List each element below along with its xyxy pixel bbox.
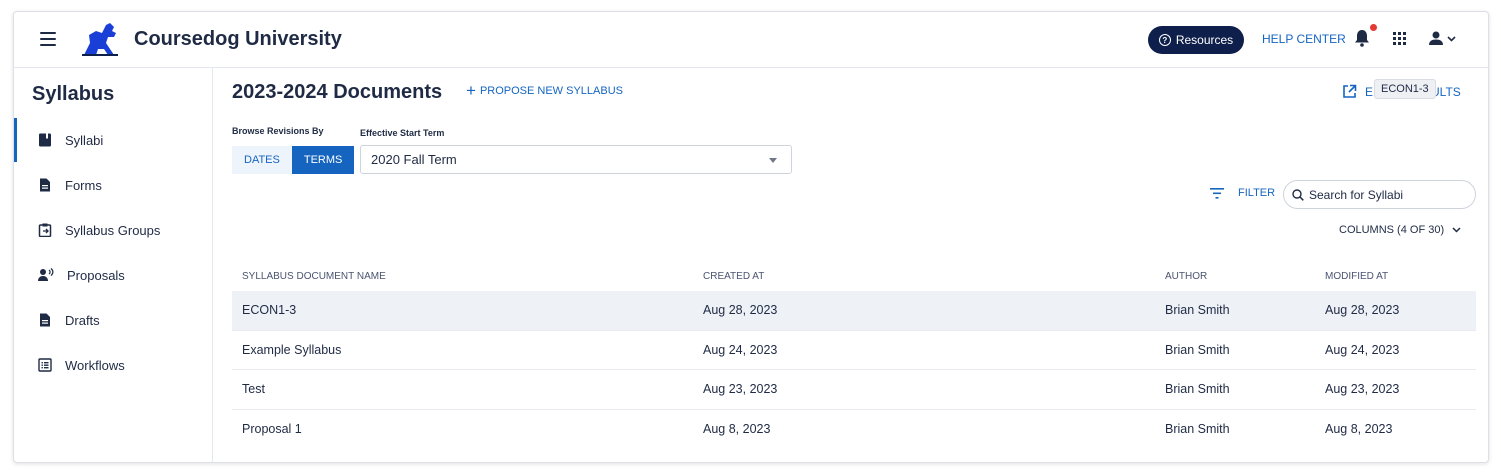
bell-icon[interactable]	[1354, 29, 1370, 47]
cell-author: Brian Smith	[1165, 303, 1230, 318]
cell-modified-at: Aug 24, 2023	[1325, 342, 1400, 357]
column-header-name[interactable]: SYLLABUS DOCUMENT NAME	[242, 271, 386, 282]
app-title: Coursedog University	[134, 28, 342, 50]
columns-label: COLUMNS (4 OF 30)	[1339, 224, 1445, 236]
dates-toggle-button[interactable]: DATES	[232, 146, 292, 174]
terms-toggle-button[interactable]: TERMS	[291, 146, 355, 174]
sidebar-item-syllabus-groups[interactable]: Syllabus Groups	[14, 208, 212, 252]
browse-revisions-label: Browse Revisions By	[232, 126, 324, 136]
sidebar-item-label: Syllabi	[65, 132, 104, 148]
sidebar-item-label: Forms	[65, 177, 102, 193]
list-icon	[38, 358, 52, 372]
resources-label: Resources	[1175, 33, 1234, 47]
help-circle-icon: ?	[1158, 34, 1171, 46]
table-row[interactable]: Example Syllabus Aug 24, 2023 Brian Smit…	[232, 331, 1476, 370]
columns-dropdown[interactable]: COLUMNS (4 OF 30)	[1339, 224, 1461, 236]
user-menu-icon[interactable]	[1427, 30, 1457, 48]
filter-label: FILTER	[1238, 187, 1276, 199]
table-row[interactable]: Test Aug 23, 2023 Brian Smith Aug 23, 20…	[232, 370, 1476, 410]
plus-icon: +	[466, 81, 476, 100]
cell-document-name: ECON1-3	[242, 303, 297, 318]
page-title: 2023-2024 Documents	[232, 81, 443, 103]
table-row[interactable]: ECON1-3 Aug 28, 2023 Brian Smith Aug 28,…	[232, 291, 1476, 331]
coursedog-logo-icon	[82, 23, 118, 56]
sidebar-item-forms[interactable]: Forms	[14, 163, 212, 207]
propose-label: PROPOSE NEW SYLLABUS	[479, 85, 623, 97]
apps-grid-icon[interactable]	[1393, 32, 1406, 45]
filter-icon	[1210, 187, 1224, 199]
table-row[interactable]: Proposal 1 Aug 8, 2023 Brian Smith Aug 8…	[232, 410, 1476, 450]
sidebar-item-proposals[interactable]: Proposals	[14, 253, 212, 297]
help-center-link[interactable]: HELP CENTER	[1262, 32, 1346, 46]
search-input[interactable]	[1309, 187, 1469, 202]
table-header-row: SYLLABUS DOCUMENT NAME CREATED AT AUTHOR…	[232, 261, 1476, 291]
hamburger-menu-icon[interactable]	[40, 32, 56, 46]
cell-modified-at: Aug 8, 2023	[1325, 422, 1393, 437]
filter-button[interactable]: FILTER	[1210, 187, 1275, 199]
notification-dot	[1370, 24, 1377, 31]
browse-toggle: DATES TERMS	[232, 146, 355, 174]
cell-document-name: Test	[242, 382, 265, 397]
external-link-icon	[1343, 84, 1357, 98]
cell-author: Brian Smith	[1165, 382, 1230, 397]
caret-down-icon	[769, 158, 777, 163]
top-header: Coursedog University ? Resources HELP CE…	[14, 12, 1488, 68]
cell-author: Brian Smith	[1165, 422, 1230, 437]
cell-document-name: Proposal 1	[242, 422, 302, 437]
propose-new-syllabus-button[interactable]: + PROPOSE NEW SYLLABUS	[466, 81, 623, 100]
sidebar: Syllabus Syllabi Forms Syllabus Groups P…	[14, 68, 213, 462]
book-icon	[39, 133, 51, 147]
effective-start-term-label: Effective Start Term	[360, 128, 445, 138]
sidebar-item-syllabi[interactable]: Syllabi	[14, 118, 212, 162]
search-icon	[1292, 188, 1304, 201]
sidebar-title: Syllabus	[32, 83, 115, 105]
term-select-value: 2020 Fall Term	[371, 152, 457, 167]
document-icon	[40, 178, 50, 192]
cell-modified-at: Aug 28, 2023	[1325, 303, 1400, 318]
cell-created-at: Aug 24, 2023	[703, 342, 778, 357]
cell-author: Brian Smith	[1165, 342, 1230, 357]
cell-created-at: Aug 8, 2023	[703, 422, 771, 437]
tooltip: ECON1-3	[1374, 79, 1436, 99]
clipboard-icon	[38, 223, 52, 237]
sidebar-item-label: Proposals	[67, 267, 125, 283]
person-voice-icon	[38, 268, 54, 281]
sidebar-item-workflows[interactable]: Workflows	[14, 343, 212, 387]
sidebar-item-label: Drafts	[65, 312, 100, 328]
column-header-created[interactable]: CREATED AT	[703, 271, 764, 282]
resources-button[interactable]: ? Resources	[1148, 26, 1244, 54]
sidebar-item-label: Workflows	[65, 357, 125, 373]
syllabus-table: SYLLABUS DOCUMENT NAME CREATED AT AUTHOR…	[232, 261, 1476, 449]
cell-created-at: Aug 23, 2023	[703, 382, 778, 397]
app-window: Coursedog University ? Resources HELP CE…	[13, 11, 1489, 463]
export-label-left: E	[1365, 84, 1374, 99]
column-header-author[interactable]: AUTHOR	[1165, 271, 1207, 282]
sidebar-item-label: Syllabus Groups	[65, 222, 161, 238]
chevron-down-icon	[1452, 227, 1461, 233]
search-box	[1283, 180, 1476, 209]
cell-document-name: Example Syllabus	[242, 342, 342, 357]
document-icon	[40, 313, 50, 327]
effective-start-term-select[interactable]: 2020 Fall Term	[360, 145, 792, 174]
cell-modified-at: Aug 23, 2023	[1325, 382, 1400, 397]
cell-created-at: Aug 28, 2023	[703, 303, 778, 318]
sidebar-item-drafts[interactable]: Drafts	[14, 298, 212, 342]
column-header-modified[interactable]: MODIFIED AT	[1325, 271, 1388, 282]
